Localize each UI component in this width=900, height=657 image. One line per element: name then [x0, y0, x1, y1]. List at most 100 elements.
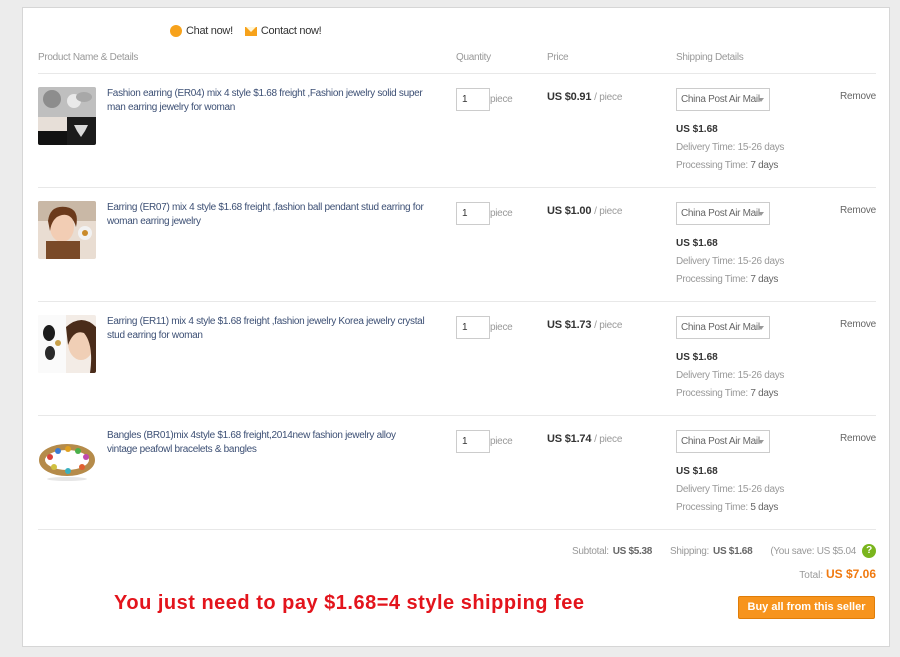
shipping-total-label: Shipping:: [670, 545, 710, 557]
quantity-input[interactable]: [456, 88, 490, 111]
price-per: / piece: [594, 206, 623, 217]
shipping-method-select[interactable]: China Post Air Mail: [676, 88, 770, 111]
unit-price: US $1.74 / piece: [547, 433, 622, 445]
product-image[interactable]: [38, 429, 96, 487]
cart-item: Earring (ER07) mix 4 style $1.68 freight…: [38, 187, 876, 301]
seller-links: Chat now! Contact now!: [170, 25, 322, 37]
quantity-unit: piece: [490, 322, 513, 333]
quantity-unit: piece: [490, 436, 513, 447]
cart-item: Earring (ER11) mix 4 style $1.68 freight…: [38, 301, 876, 415]
quantity-input[interactable]: [456, 316, 490, 339]
shipping-method-value: China Post Air Mail: [681, 322, 760, 333]
savings-text: (You save: US $5.04: [770, 545, 856, 557]
shipping-method-value: China Post Air Mail: [681, 94, 760, 105]
product-image[interactable]: [38, 201, 96, 259]
delivery-label: Delivery Time:: [676, 256, 736, 267]
promo-text: You just need to pay $1.68=4 style shipp…: [114, 592, 585, 614]
processing-label: Processing Time:: [676, 274, 748, 285]
total-row: Total: US $7.06: [799, 567, 876, 581]
price-value: US $1.74: [547, 433, 592, 445]
quantity-unit: piece: [490, 208, 513, 219]
cart-items: Fashion earring (ER04) mix 4 style $1.68…: [38, 73, 876, 529]
cart-item: Bangles (BR01)mix 4style $1.68 freight,2…: [38, 415, 876, 529]
chevron-down-icon: [758, 98, 764, 102]
processing-label: Processing Time:: [676, 388, 748, 399]
order-summary: Subtotal: US $5.38 Shipping: US $1.68 (Y…: [38, 529, 876, 589]
delivery-time: Delivery Time: 15-26 days: [676, 256, 784, 267]
shipping-cost: US $1.68: [676, 352, 718, 363]
quantity-input[interactable]: [456, 430, 490, 453]
shipping-method-select[interactable]: China Post Air Mail: [676, 202, 770, 225]
shipping-total-value: US $1.68: [713, 545, 753, 557]
delivery-label: Delivery Time:: [676, 142, 736, 153]
delivery-value: 15-26 days: [737, 142, 785, 153]
delivery-value: 15-26 days: [737, 256, 785, 267]
product-title[interactable]: Earring (ER07) mix 4 style $1.68 freight…: [107, 201, 427, 229]
product-title[interactable]: Fashion earring (ER04) mix 4 style $1.68…: [107, 87, 427, 115]
product-image[interactable]: [38, 315, 96, 373]
delivery-time: Delivery Time: 15-26 days: [676, 484, 784, 495]
mail-icon: [244, 26, 257, 36]
price-value: US $0.91: [547, 91, 592, 103]
quantity-unit: piece: [490, 94, 513, 105]
product-title[interactable]: Earring (ER11) mix 4 style $1.68 freight…: [107, 315, 427, 343]
header-shipping: Shipping Details: [676, 52, 744, 63]
cart-panel: Chat now! Contact now! Product Name & De…: [22, 7, 890, 647]
processing-value: 5 days: [750, 502, 779, 513]
subtotal-row: Subtotal: US $5.38 Shipping: US $1.68 (Y…: [572, 544, 876, 558]
chat-now-link[interactable]: Chat now!: [170, 25, 233, 37]
remove-button[interactable]: Remove: [840, 91, 876, 102]
processing-label: Processing Time:: [676, 160, 748, 171]
processing-time: Processing Time: 5 days: [676, 502, 778, 513]
unit-price: US $0.91 / piece: [547, 91, 622, 103]
shipping-method-value: China Post Air Mail: [681, 436, 760, 447]
shipping-cost: US $1.68: [676, 466, 718, 477]
buy-all-button[interactable]: Buy all from this seller: [738, 596, 875, 619]
chat-now-label: Chat now!: [186, 25, 233, 37]
processing-label: Processing Time:: [676, 502, 748, 513]
subtotal-value: US $5.38: [612, 545, 653, 557]
product-image[interactable]: [38, 87, 96, 145]
product-title[interactable]: Bangles (BR01)mix 4style $1.68 freight,2…: [107, 429, 427, 457]
shipping-method-value: China Post Air Mail: [681, 208, 760, 219]
shipping-method-select[interactable]: China Post Air Mail: [676, 316, 770, 339]
header-quantity: Quantity: [456, 52, 491, 63]
delivery-time: Delivery Time: 15-26 days: [676, 142, 784, 153]
delivery-label: Delivery Time:: [676, 370, 736, 381]
unit-price: US $1.73 / piece: [547, 319, 622, 331]
processing-time: Processing Time: 7 days: [676, 274, 778, 285]
delivery-value: 15-26 days: [737, 484, 785, 495]
shipping-cost: US $1.68: [676, 124, 718, 135]
remove-button[interactable]: Remove: [840, 205, 876, 216]
contact-now-label: Contact now!: [260, 25, 322, 37]
help-icon[interactable]: ?: [862, 544, 876, 558]
price-per: / piece: [594, 320, 623, 331]
total-value: US $7.06: [825, 567, 876, 581]
quantity-input[interactable]: [456, 202, 490, 225]
price-value: US $1.73: [547, 319, 592, 331]
chevron-down-icon: [758, 326, 764, 330]
delivery-time: Delivery Time: 15-26 days: [676, 370, 784, 381]
processing-value: 7 days: [750, 388, 779, 399]
remove-button[interactable]: Remove: [840, 319, 876, 330]
price-per: / piece: [594, 434, 623, 445]
chevron-down-icon: [758, 212, 764, 216]
contact-now-link[interactable]: Contact now!: [244, 25, 322, 37]
unit-price: US $1.00 / piece: [547, 205, 622, 217]
processing-time: Processing Time: 7 days: [676, 388, 778, 399]
delivery-value: 15-26 days: [737, 370, 785, 381]
chat-icon: [170, 25, 182, 37]
delivery-label: Delivery Time:: [676, 484, 736, 495]
chevron-down-icon: [758, 440, 764, 444]
table-header: Product Name & Details Quantity Price Sh…: [38, 52, 876, 74]
total-label: Total:: [799, 570, 824, 581]
header-price: Price: [547, 52, 569, 63]
shipping-method-select[interactable]: China Post Air Mail: [676, 430, 770, 453]
subtotal-label: Subtotal:: [571, 545, 609, 557]
price-value: US $1.00: [547, 205, 592, 217]
processing-value: 7 days: [750, 160, 779, 171]
price-per: / piece: [594, 92, 623, 103]
header-product: Product Name & Details: [38, 52, 139, 63]
shipping-cost: US $1.68: [676, 238, 718, 249]
remove-button[interactable]: Remove: [840, 433, 876, 444]
